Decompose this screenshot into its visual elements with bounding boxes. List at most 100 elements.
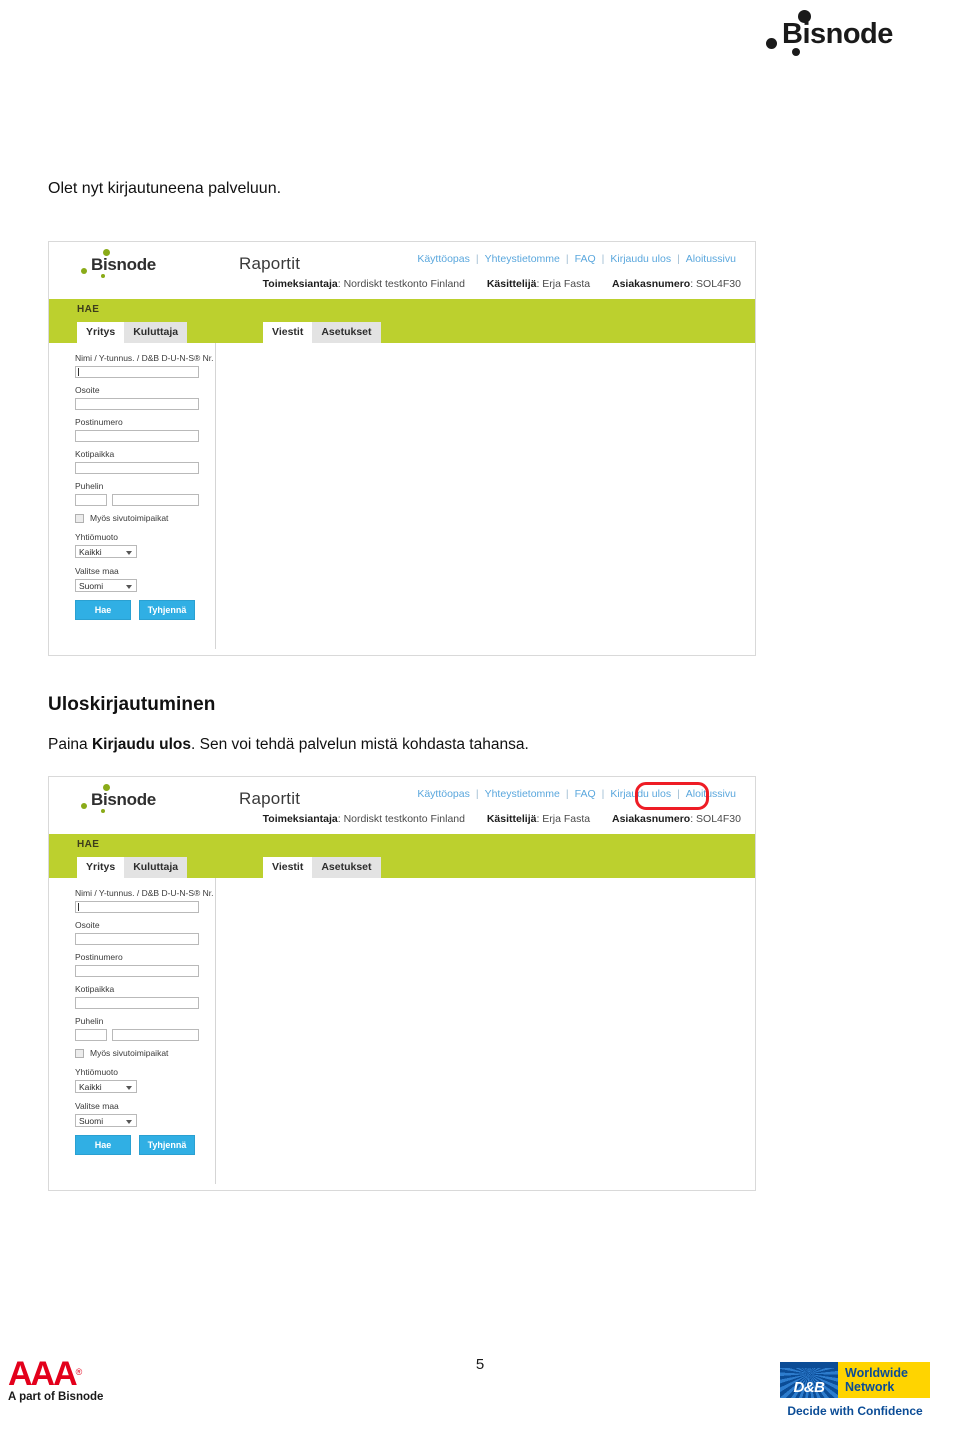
app-screenshot-logout-highlight: Bisnode Raportit Käyttöopas | Yhteystietom… bbox=[48, 776, 756, 1191]
info-label-toimeksiantaja: Toimeksiantaja bbox=[262, 813, 338, 825]
input-osoite[interactable] bbox=[75, 933, 199, 945]
nav-link-kirjaudu-ulos[interactable]: Kirjaudu ulos bbox=[605, 251, 676, 267]
tab-kuluttaja[interactable]: Kuluttaja bbox=[124, 857, 188, 878]
input-nimi[interactable] bbox=[75, 901, 199, 913]
label-puhelin: Puhelin bbox=[75, 481, 104, 491]
nav-link-faq[interactable]: FAQ bbox=[570, 786, 601, 802]
app-bisnode-logo: Bisnode bbox=[77, 784, 173, 815]
checkbox-row-sivutoimipaikat[interactable]: Myös sivutoimipaikat bbox=[75, 513, 205, 523]
checkbox-row-sivutoimipaikat[interactable]: Myös sivutoimipaikat bbox=[75, 1048, 205, 1058]
tab-asetukset[interactable]: Asetukset bbox=[312, 857, 381, 878]
label-osoite: Osoite bbox=[75, 920, 100, 930]
nav-link-yhteystietomme[interactable]: Yhteystietomme bbox=[480, 786, 565, 802]
company-search-form: Nimi / Y-tunnus. / D&B D-U-N-S® Nr. Osoi… bbox=[75, 353, 214, 620]
label-nimi: Nimi / Y-tunnus. / D&B D-U-N-S® Nr. bbox=[75, 888, 214, 898]
input-nimi[interactable] bbox=[75, 366, 199, 378]
phone-input-row bbox=[75, 494, 205, 506]
select-maa[interactable]: Suomi bbox=[75, 579, 137, 592]
nav-link-kirjaudu-ulos[interactable]: Kirjaudu ulos bbox=[605, 786, 676, 802]
select-maa[interactable]: Suomi bbox=[75, 1114, 137, 1127]
app-logo-dot-left bbox=[81, 268, 87, 274]
form-button-row: Hae Tyhjennä bbox=[75, 600, 205, 620]
nav-link-yhteystietomme[interactable]: Yhteystietomme bbox=[480, 251, 565, 267]
search-band-title: HAE bbox=[77, 304, 100, 315]
input-kotipaikka[interactable] bbox=[75, 997, 199, 1009]
dnb-wordmark: Worldwide Network bbox=[838, 1362, 930, 1398]
app-topbar: Bisnode Raportit Käyttöopas | Yhteystietom… bbox=[49, 777, 755, 834]
tab-kuluttaja[interactable]: Kuluttaja bbox=[124, 322, 188, 343]
app-nav-links: Käyttöopas | Yhteystietomme | FAQ | Kirjaudu u… bbox=[412, 788, 741, 800]
info-value-kasittelija: Erja Fasta bbox=[542, 278, 591, 290]
nav-link-aloitussivu[interactable]: Aloitussivu bbox=[681, 251, 741, 267]
section-paragraph: Paina Kirjaudu ulos. Sen voi tehdä palve… bbox=[48, 734, 529, 756]
info-value-asiakasnumero: SOL4F30 bbox=[696, 278, 741, 290]
checkbox-sivutoimipaikat[interactable] bbox=[75, 1048, 84, 1058]
label-kotipaikka: Kotipaikka bbox=[75, 984, 115, 994]
input-puhelin-numero[interactable] bbox=[112, 1029, 199, 1041]
info-label-kasittelija: Käsittelijä bbox=[486, 278, 537, 290]
nav-link-kayttoopas[interactable]: Käyttöopas bbox=[412, 786, 475, 802]
paragraph-part-bold: Kirjaudu ulos bbox=[91, 736, 191, 753]
app-search-band: HAE Yritys Kuluttaja Viestit Asetukset bbox=[49, 299, 755, 343]
app-logo-wordmark: Bisnode bbox=[91, 790, 156, 809]
dnb-tagline: Decide with Confidence bbox=[787, 1404, 923, 1418]
search-button[interactable]: Hae bbox=[75, 600, 131, 620]
input-postinumero[interactable] bbox=[75, 965, 199, 977]
chevron-down-icon bbox=[126, 585, 132, 589]
select-yhtiomuoto[interactable]: Kaikki bbox=[75, 545, 137, 558]
aaa-letters: AAA bbox=[8, 1355, 78, 1393]
app-page-title: Raportit bbox=[239, 789, 301, 808]
input-puhelin-suuntanumero[interactable] bbox=[75, 1029, 107, 1041]
label-yhtiomuoto: Yhtiömuoto bbox=[75, 1067, 118, 1077]
label-valitse-maa: Valitse maa bbox=[75, 566, 119, 576]
search-button[interactable]: Hae bbox=[75, 1135, 131, 1155]
input-kotipaikka[interactable] bbox=[75, 462, 199, 474]
tab-yritys[interactable]: Yritys bbox=[77, 857, 125, 878]
checkbox-sivutoimipaikat[interactable] bbox=[75, 513, 84, 523]
select-value-maa: Suomi bbox=[79, 581, 104, 591]
nav-link-aloitussivu[interactable]: Aloitussivu bbox=[681, 786, 741, 802]
tab-yritys[interactable]: Yritys bbox=[77, 322, 125, 343]
app-body: Nimi / Y-tunnus. / D&B D-U-N-S® Nr. Osoi… bbox=[49, 343, 755, 655]
aaa-logo: AAA ® A part of Bisnode bbox=[8, 1355, 188, 1403]
nav-separator: | bbox=[565, 253, 569, 265]
input-osoite[interactable] bbox=[75, 398, 199, 410]
app-bisnode-logo: Bisnode bbox=[77, 249, 173, 280]
tab-asetukset[interactable]: Asetukset bbox=[312, 322, 381, 343]
nav-separator: | bbox=[565, 788, 569, 800]
tab-viestit[interactable]: Viestit bbox=[263, 322, 313, 343]
logo-wordmark: Bisnode bbox=[782, 18, 893, 50]
nav-separator: | bbox=[475, 253, 479, 265]
tab-group-main: Viestit Asetukset bbox=[263, 322, 381, 343]
input-puhelin-suuntanumero[interactable] bbox=[75, 494, 107, 506]
form-button-row: Hae Tyhjennä bbox=[75, 1135, 205, 1155]
input-puhelin-numero[interactable] bbox=[112, 494, 199, 506]
app-screenshot-logged-in: Bisnode Raportit Käyttöopas | Yhteystietom… bbox=[48, 241, 756, 656]
section-heading-uloskirjautuminen: Uloskirjautuminen bbox=[48, 694, 216, 715]
clear-button[interactable]: Tyhjennä bbox=[139, 600, 195, 620]
intro-text: Olet nyt kirjautuneena palveluun. bbox=[48, 180, 282, 197]
input-postinumero[interactable] bbox=[75, 430, 199, 442]
clear-button[interactable]: Tyhjennä bbox=[139, 1135, 195, 1155]
dnb-line-network: Network bbox=[845, 1380, 895, 1394]
label-yhtiomuoto: Yhtiömuoto bbox=[75, 532, 118, 542]
info-label-kasittelija: Käsittelijä bbox=[486, 813, 537, 825]
dnb-badge: D&B bbox=[780, 1362, 838, 1398]
select-value-maa: Suomi bbox=[79, 1116, 104, 1126]
app-logo-wordmark: Bisnode bbox=[91, 255, 156, 274]
logo-dot-left bbox=[766, 38, 777, 49]
nav-link-kayttoopas[interactable]: Käyttöopas bbox=[412, 251, 475, 267]
info-label-asiakasnumero: Asiakasnumero bbox=[612, 278, 691, 290]
nav-link-faq[interactable]: FAQ bbox=[570, 251, 601, 267]
app-account-info-row: Toimeksiantaja: Nordiskt testkonto Finla… bbox=[263, 813, 741, 825]
aaa-mark: AAA ® bbox=[8, 1355, 188, 1393]
select-yhtiomuoto[interactable]: Kaikki bbox=[75, 1080, 137, 1093]
tab-viestit[interactable]: Viestit bbox=[263, 857, 313, 878]
nav-separator: | bbox=[475, 788, 479, 800]
phone-input-row bbox=[75, 1029, 205, 1041]
info-value-kasittelija: Erja Fasta bbox=[542, 813, 591, 825]
info-value-toimeksiantaja: Nordiskt testkonto Finland bbox=[343, 813, 465, 825]
app-account-info-row: Toimeksiantaja: Nordiskt testkonto Finla… bbox=[263, 278, 741, 290]
bisnode-logo: Bisnode bbox=[754, 10, 924, 58]
label-postinumero: Postinumero bbox=[75, 417, 123, 427]
